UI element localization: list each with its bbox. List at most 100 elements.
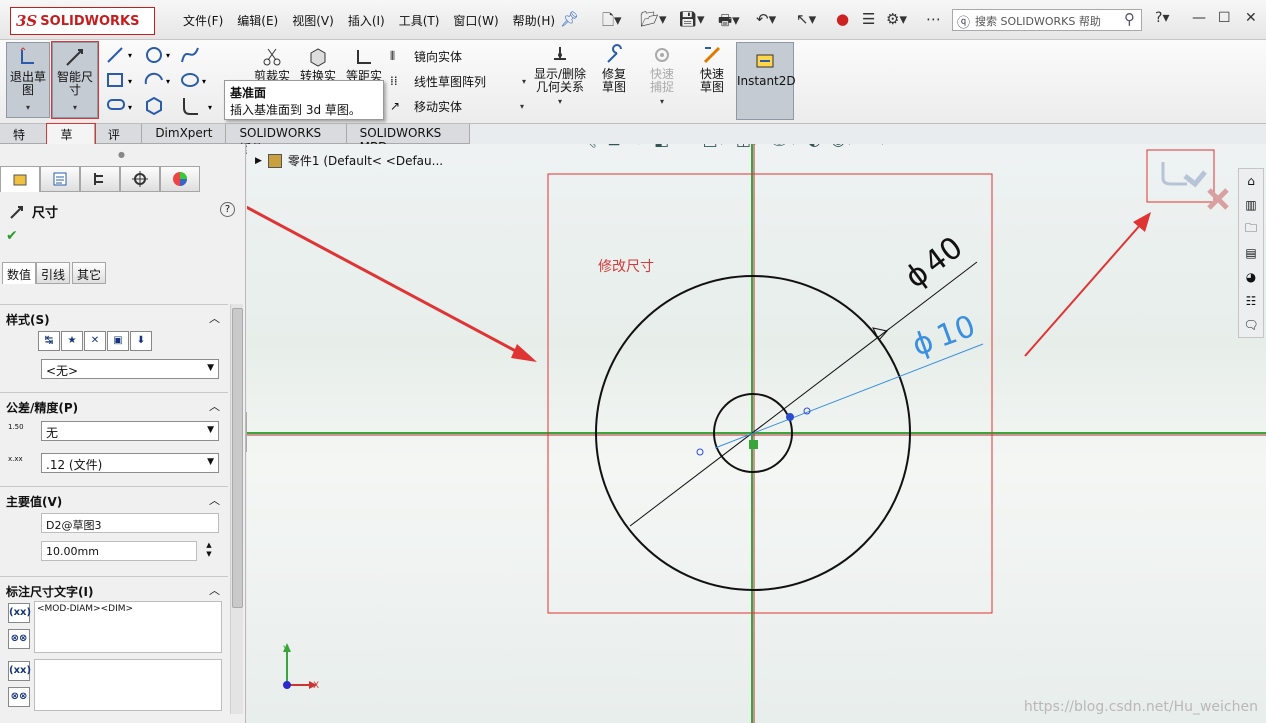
tab-sketch[interactable]: 草图 (46, 123, 96, 159)
magnifier-icon[interactable]: ⚲ (1124, 10, 1135, 28)
rapid-sketch-button[interactable]: 快速草图 (692, 44, 732, 94)
select-icon[interactable]: ↖▾ (796, 10, 816, 28)
svg-text:▾: ▾ (128, 103, 132, 112)
exit-sketch-button[interactable]: 退出草图 ▾ (6, 42, 50, 118)
value-spinner[interactable]: ▲ ▼ (201, 541, 217, 561)
subtab-other[interactable]: 其它 (72, 262, 107, 284)
menu-window[interactable]: 窗口(W) (453, 12, 498, 29)
more-icon[interactable]: ⋯ (926, 10, 941, 28)
collapse-caret-icon[interactable]: ︿ (209, 582, 220, 598)
tab-dimxpert[interactable]: DimXpert (142, 124, 227, 144)
repair-sketch-button[interactable]: 修复草图 (594, 44, 634, 94)
tab-features[interactable]: 特征 (0, 124, 48, 159)
dimension-text-box-2[interactable] (34, 659, 222, 711)
collapse-caret-icon[interactable]: ︿ (209, 398, 220, 414)
tab-mbd[interactable]: SOLIDWORKS MBD (347, 124, 471, 154)
quick-snaps-button[interactable]: 快速捕捉 ▾ (642, 44, 682, 108)
design-library-icon[interactable]: ▥ (1239, 193, 1263, 217)
smart-dimension-icon (66, 49, 83, 66)
precision-select[interactable]: .12 (文件) ▼ (41, 453, 219, 473)
tolerance-header[interactable]: 公差/精度(P) (0, 393, 228, 416)
dimension-text-header[interactable]: 标注尺寸文字(I) (0, 577, 228, 600)
dimension-text-section: 标注尺寸文字(I) ︿ (xx) ⊗⊗ <MOD-DIAM><DIM> (xx)… (0, 576, 228, 723)
help-button[interactable]: ?▾ (1155, 10, 1169, 26)
feature-manager-tab-icon[interactable] (0, 166, 40, 192)
outer-dimension-text: ϕ 40 (899, 230, 970, 295)
restore-button[interactable]: ☐ (1218, 10, 1231, 26)
collapse-caret-icon[interactable]: ︿ (209, 492, 220, 508)
menu-view[interactable]: 视图(V) (292, 12, 334, 29)
primary-value-header[interactable]: 主要值(V) (0, 487, 228, 510)
delete-style-icon[interactable]: ✕ (84, 331, 106, 351)
add-style-icon[interactable]: ★ (61, 331, 83, 351)
tab-evaluate[interactable]: 评估 (95, 124, 143, 159)
close-button[interactable]: ✕ (1245, 10, 1257, 26)
menu-help[interactable]: 帮助(H) (513, 12, 555, 29)
display-manager-tab-icon[interactable] (160, 166, 200, 192)
justify-left-icon[interactable]: (xx) (8, 603, 31, 623)
smart-dimension-button[interactable]: 智能尺寸 ▾ (51, 41, 99, 119)
custom-properties-icon[interactable]: ☷ (1239, 289, 1263, 313)
style-select[interactable]: <无> ▼ (41, 359, 219, 379)
dimension-value-field[interactable]: 10.00mm (41, 541, 197, 561)
file-properties-icon[interactable]: ☰ (862, 10, 875, 28)
dimxpert-manager-tab-icon[interactable] (120, 166, 160, 192)
subtab-value[interactable]: 数值 (2, 262, 37, 284)
file-explorer-icon[interactable]: 🗀︎ (1239, 217, 1263, 241)
justify-center-icon-2[interactable]: ⊗⊗ (8, 687, 30, 707)
property-manager-tab-icon[interactable] (40, 166, 80, 192)
repair-sketch-label: 修复草图 (601, 67, 626, 94)
inner-dimension-text: ϕ 10 (908, 309, 980, 364)
linear-pattern-button[interactable]: ⁞⁞ 线性草图阵列 ▾ (390, 73, 526, 90)
sketch-canvas[interactable]: ϕ 40 ϕ 10 Y X (247, 144, 1266, 723)
menu-file[interactable]: 文件(F) (183, 12, 223, 29)
home-icon[interactable]: ⌂ (1239, 169, 1263, 193)
menu-tools[interactable]: 工具(T) (399, 12, 440, 29)
pin-icon[interactable]: 📌︎ (560, 10, 579, 28)
menu-edit[interactable]: 编辑(E) (237, 12, 278, 29)
save-icon[interactable]: 💾︎▾ (678, 10, 705, 28)
appearances-icon[interactable]: ◕ (1239, 265, 1263, 289)
panel-scrollbar[interactable] (230, 304, 243, 714)
subtab-leaders[interactable]: 引线 (36, 262, 71, 284)
open-icon[interactable]: 📂︎▾ (640, 10, 667, 28)
panel-help-button[interactable]: ? (220, 202, 235, 217)
collapse-caret-icon[interactable]: ︿ (209, 310, 220, 326)
solidworks-logo[interactable]: 3S SOLIDWORKS (10, 7, 155, 35)
search-help-field[interactable]: ⓠ 搜索 SOLIDWORKS 帮助 ⚲ (952, 9, 1142, 31)
show-delete-relations-button[interactable]: 显示/删除几何关系 ▾ (530, 44, 590, 108)
configuration-manager-tab-icon[interactable] (80, 166, 120, 192)
minimize-button[interactable]: — (1192, 10, 1206, 26)
task-pane-bar: ⌂ ▥ 🗀︎ ▤ ◕ ☷ 🗨︎ (1238, 168, 1264, 338)
offset-entities-button[interactable]: 等距实 (344, 46, 384, 83)
sketch-tools-grid[interactable]: ▾ ▾ ▾ ▾ ▾ ▾ ▾ (104, 44, 224, 120)
ok-check-button[interactable]: ✔ (6, 228, 18, 244)
move-entities-button[interactable]: ↗ 移动实体 ▾ (390, 98, 524, 115)
trim-entities-button[interactable]: 剪裁实 (252, 46, 292, 83)
forum-icon[interactable]: 🗨︎ (1239, 313, 1263, 337)
instant2d-button[interactable]: Instant2D (736, 42, 796, 120)
view-palette-icon[interactable]: ▤ (1239, 241, 1263, 265)
justify-left-icon-2[interactable]: (xx) (8, 661, 31, 681)
justify-center-icon[interactable]: ⊗⊗ (8, 629, 30, 649)
mirror-entities-button[interactable]: ⫴ 镜向实体 (390, 48, 462, 65)
new-document-icon[interactable]: 🗋︎▾ (602, 10, 622, 35)
dimension-name-field[interactable]: D2@草图3 (41, 513, 219, 533)
apply-default-style-icon[interactable]: ↹ (38, 331, 60, 351)
rebuild-icon[interactable]: ● (836, 10, 849, 28)
dimension-text-box[interactable]: <MOD-DIAM><DIM> (34, 601, 222, 653)
tab-addins[interactable]: SOLIDWORKS 插件 (226, 124, 347, 156)
scroll-thumb[interactable] (232, 308, 243, 608)
panel-grip[interactable]: ● (118, 150, 125, 159)
style-header[interactable]: 样式(S) (0, 305, 228, 328)
save-style-icon[interactable]: ▣ (107, 331, 129, 351)
print-icon[interactable]: 🖶︎▾ (718, 10, 740, 35)
load-style-icon[interactable]: ⬇ (130, 331, 152, 351)
options-gear-icon[interactable]: ⚙▾ (886, 10, 907, 28)
convert-entities-button[interactable]: 转换实 (298, 46, 338, 83)
undo-icon[interactable]: ↶▾ (756, 10, 776, 28)
offset-icon (357, 50, 371, 64)
menu-insert[interactable]: 插入(I) (348, 12, 385, 29)
graphics-area[interactable]: ▶ 零件1 (Default< <Defau... 🔍︎ ⊡ ⟲ ◧ ✎ ⬒▾ … (247, 144, 1266, 723)
tolerance-type-select[interactable]: 无 ▼ (41, 421, 219, 441)
